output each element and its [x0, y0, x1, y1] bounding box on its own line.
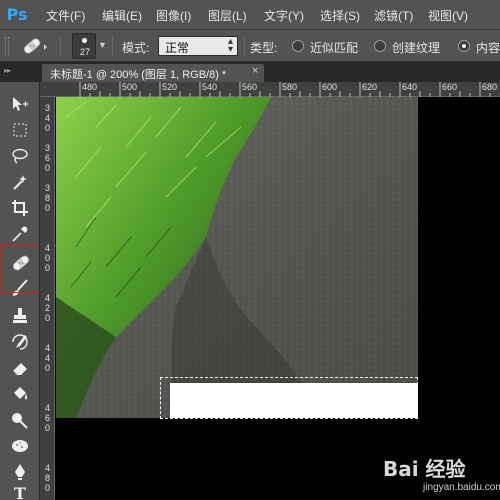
clone-stamp-tool-icon [13, 308, 27, 323]
separator [244, 36, 245, 56]
mode-label: 模式: [122, 41, 150, 55]
horizontal-ruler: 480 500 520 540 560 580 600 620 640 660 … [40, 82, 500, 97]
close-icon[interactable]: × [252, 65, 258, 77]
panel-collapse-icon[interactable]: ▸▸ [4, 66, 11, 75]
lasso-tool-icon [12, 148, 28, 164]
vertical-ruler: 3 4 0 3 6 0 3 8 0 4 0 0 4 2 0 4 4 0 4 6 … [40, 97, 55, 500]
pen-tool-icon [15, 464, 25, 480]
crop-tool[interactable] [4, 196, 36, 220]
radio-proximity-match[interactable] [292, 40, 304, 52]
type-tool[interactable]: T [4, 484, 36, 500]
sponge-tool-icon [12, 440, 28, 452]
menu-bar: Ps 文件(F) 编辑(E) 图像(I) 图层(L) 文字(Y) 选择(S) 滤… [0, 0, 500, 30]
dodge-tool-icon [12, 413, 28, 429]
ruler-tick: 4 0 0 [44, 243, 50, 273]
menu-layer[interactable]: 图层(L) [208, 7, 247, 24]
history-brush-tool-icon [12, 334, 28, 350]
radio-create-texture-label: 创建纹理 [392, 41, 441, 55]
paint-bucket-tool-icon [14, 387, 27, 400]
eraser-tool-icon [12, 363, 27, 376]
options-bar-grip[interactable] [5, 37, 9, 55]
eyedropper-tool-icon [12, 226, 28, 242]
document-tab-bar: ▸▸ 未标题-1 @ 200% (图层 1, RGB/8) * × [0, 62, 500, 82]
radio-proximity-match-label: 近似匹配 [310, 41, 359, 55]
mode-select-value: 正常 [165, 41, 190, 55]
sponge-tool[interactable] [4, 434, 36, 458]
dodge-tool[interactable] [4, 408, 36, 432]
menu-view[interactable]: 视图(V) [428, 7, 468, 24]
lasso-tool[interactable] [4, 144, 36, 168]
ruler-tick: 4 6 0 [44, 403, 50, 433]
separator [112, 36, 113, 56]
photoshop-logo: Ps [6, 5, 28, 24]
brush-picker-chevron-icon[interactable]: ▼ [98, 40, 107, 50]
ruler-tick: 4 4 0 [44, 343, 50, 373]
paint-bucket-tool[interactable] [4, 382, 36, 406]
tool-preset-picker[interactable] [20, 35, 50, 57]
brush-size-picker[interactable]: 27 [72, 33, 96, 59]
eraser-tool[interactable] [4, 356, 36, 380]
menu-file[interactable]: 文件(F) [46, 7, 85, 24]
clone-stamp-tool[interactable] [4, 304, 36, 328]
pen-tool[interactable] [4, 460, 36, 484]
separator [60, 36, 61, 56]
history-brush-tool[interactable] [4, 330, 36, 354]
magic-wand-tool[interactable] [4, 170, 36, 194]
radio-create-texture[interactable] [374, 40, 386, 52]
ruler-ticks [79, 82, 491, 97]
brush-tip-icon [82, 38, 87, 43]
radio-content-aware-label: 内容 [476, 41, 500, 55]
menu-type[interactable]: 文字(Y) [264, 7, 304, 24]
ruler-tick: 3 8 0 [44, 183, 50, 213]
select-arrows-icon: ▴ ▾ [227, 36, 233, 55]
watermark-brand: Bai 经验 [383, 457, 466, 481]
menu-edit[interactable]: 编辑(E) [102, 7, 142, 24]
magic-wand-tool-icon [13, 175, 27, 190]
canvas-workspace[interactable] [56, 97, 500, 500]
mode-select[interactable]: 正常 ▴ ▾ [158, 36, 238, 56]
watermark-url: jingyan.baidu.com [423, 482, 500, 493]
ruler-tick: 4 2 0 [44, 293, 50, 323]
ruler-tick: 4 8 0 [44, 463, 50, 493]
eyedropper-tool[interactable] [4, 222, 36, 246]
document-tab-title: 未标题-1 @ 200% (图层 1, RGB/8) * [50, 69, 227, 81]
move-tool[interactable] [4, 92, 36, 116]
marquee-tool[interactable] [4, 118, 36, 142]
grass-path-photo [56, 97, 418, 418]
menu-select[interactable]: 选择(S) [320, 7, 360, 24]
brush-size-value: 27 [79, 47, 90, 57]
menu-filter[interactable]: 滤镜(T) [374, 7, 413, 24]
marquee-selection[interactable] [160, 377, 418, 419]
crop-tool-icon [12, 200, 28, 216]
ruler-tick: 3 4 0 [44, 103, 50, 133]
bandage-icon [23, 38, 47, 54]
options-bar: 27 ▼ 模式: 正常 ▴ ▾ 类型: 近似匹配 创建纹理 内容 [0, 30, 500, 62]
radio-content-aware[interactable] [458, 40, 470, 52]
marquee-tool-icon [13, 123, 27, 137]
move-tool-icon [13, 97, 28, 111]
document-tab[interactable]: 未标题-1 @ 200% (图层 1, RGB/8) * × [42, 64, 264, 82]
menu-image[interactable]: 图像(I) [156, 7, 191, 24]
canvas-image[interactable] [56, 97, 418, 418]
ruler-tick: 3 6 0 [44, 143, 50, 173]
type-label: 类型: [250, 41, 278, 55]
baidu-jingyan-watermark: Bai 经验 jingyan.baidu.com [383, 448, 500, 496]
type-tool-icon: T [14, 484, 26, 500]
